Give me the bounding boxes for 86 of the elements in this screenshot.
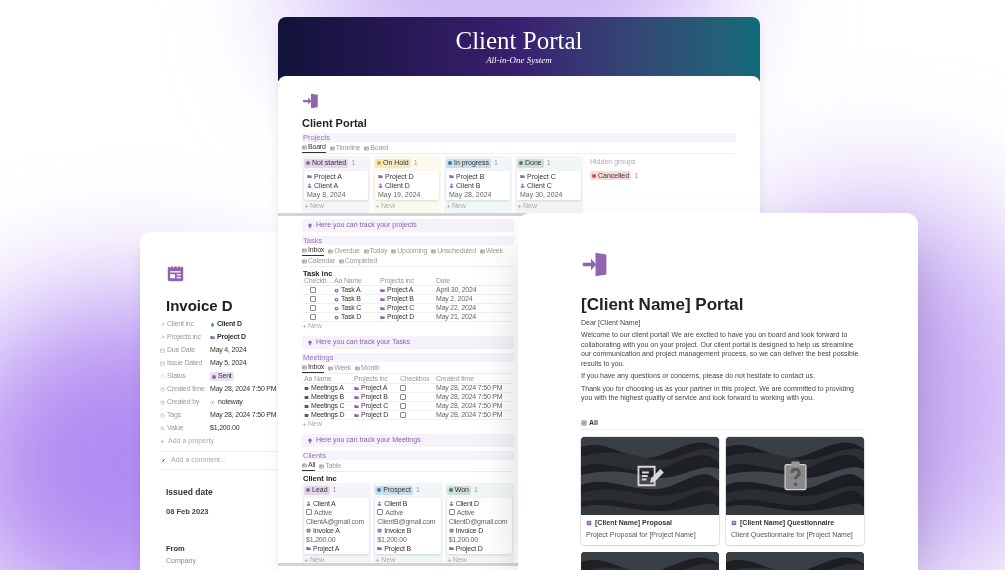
- calendar-icon: [160, 361, 165, 366]
- checkbox[interactable]: [400, 394, 406, 400]
- circle-icon: [334, 296, 339, 302]
- receipt-icon: [166, 264, 185, 283]
- user-icon: [160, 400, 165, 405]
- checkbox[interactable]: [310, 314, 316, 320]
- plus-icon: [304, 557, 309, 563]
- avatar-icon: [210, 400, 215, 405]
- clock-icon: [160, 413, 165, 418]
- circle-icon: [334, 314, 339, 320]
- table-icon: [302, 463, 307, 468]
- page-icon: [731, 519, 737, 526]
- table-icon: [302, 258, 307, 264]
- banner-title: Client Portal: [455, 27, 583, 55]
- bulb-icon: [307, 437, 313, 444]
- circle-icon: [334, 305, 339, 311]
- table-icon: [329, 145, 335, 151]
- person-icon: [306, 500, 311, 506]
- table-icon: [391, 248, 397, 254]
- checkbox[interactable]: [306, 509, 312, 515]
- folder-icon: [520, 173, 525, 179]
- avatar-icon: [160, 457, 167, 464]
- checkbox[interactable]: [310, 287, 316, 293]
- plus-icon: [304, 203, 309, 209]
- table-icon: [302, 365, 307, 370]
- table-icon: [364, 145, 370, 151]
- arrow-icon: [160, 335, 165, 340]
- person-icon: [307, 182, 312, 188]
- checkbox[interactable]: [400, 403, 406, 409]
- person-icon: [377, 500, 383, 506]
- folder-icon: [378, 173, 383, 179]
- plus-icon: [446, 557, 452, 563]
- document-icon: [448, 527, 454, 533]
- page-title: Client Portal: [302, 116, 368, 130]
- door-arrow-icon: [302, 92, 320, 110]
- drop-icon: [210, 322, 215, 327]
- plus-icon: [446, 203, 451, 209]
- checkbox[interactable]: [310, 296, 316, 302]
- table-icon: [363, 248, 369, 254]
- search-icon: [160, 426, 165, 431]
- plus-icon: [302, 422, 307, 427]
- document-icon: [306, 527, 311, 533]
- person-icon: [449, 182, 454, 188]
- page-icon: [586, 519, 592, 526]
- bulb-icon: [307, 339, 313, 346]
- bulb-icon: [307, 222, 313, 229]
- plus-icon: [160, 438, 165, 444]
- table-icon: [319, 463, 325, 469]
- document-icon: [377, 527, 383, 533]
- folder-icon: [307, 173, 312, 179]
- circle-icon: [160, 374, 165, 379]
- checkbox[interactable]: [377, 509, 384, 515]
- checkbox[interactable]: [310, 305, 316, 311]
- person-icon: [448, 500, 454, 506]
- page-title: [Client Name] Portal: [581, 294, 745, 315]
- table-icon: [431, 248, 437, 254]
- checkbox[interactable]: [400, 385, 406, 391]
- clipboard-question-icon: [782, 458, 808, 493]
- table-icon: [302, 248, 307, 253]
- plus-icon: [302, 324, 307, 329]
- folder-icon: [448, 545, 454, 551]
- clock-icon: [160, 387, 165, 392]
- folder-icon: [377, 545, 383, 551]
- section-heading: Issued date: [166, 486, 214, 499]
- arrow-icon: [160, 322, 165, 327]
- person-icon: [378, 182, 383, 188]
- table-icon: [479, 248, 485, 254]
- folder-icon: [306, 545, 311, 551]
- folder-icon: [210, 335, 215, 340]
- banner-subtitle: All-in-One System: [486, 55, 552, 66]
- calendar-icon: [160, 348, 165, 353]
- plus-icon: [375, 203, 380, 209]
- checkbox[interactable]: [400, 412, 406, 418]
- circle-icon: [334, 287, 339, 293]
- table-icon: [338, 258, 344, 264]
- checkbox[interactable]: [448, 509, 455, 515]
- table-icon: [328, 248, 334, 254]
- table-icon: [328, 365, 334, 371]
- page-title: Invoice D: [166, 297, 234, 315]
- person-icon: [520, 182, 525, 188]
- table-icon: [355, 365, 361, 371]
- folder-icon: [449, 173, 454, 179]
- table-icon: [302, 145, 307, 150]
- plus-icon: [517, 203, 522, 209]
- plus-icon: [375, 557, 381, 563]
- grid-icon: [581, 420, 587, 426]
